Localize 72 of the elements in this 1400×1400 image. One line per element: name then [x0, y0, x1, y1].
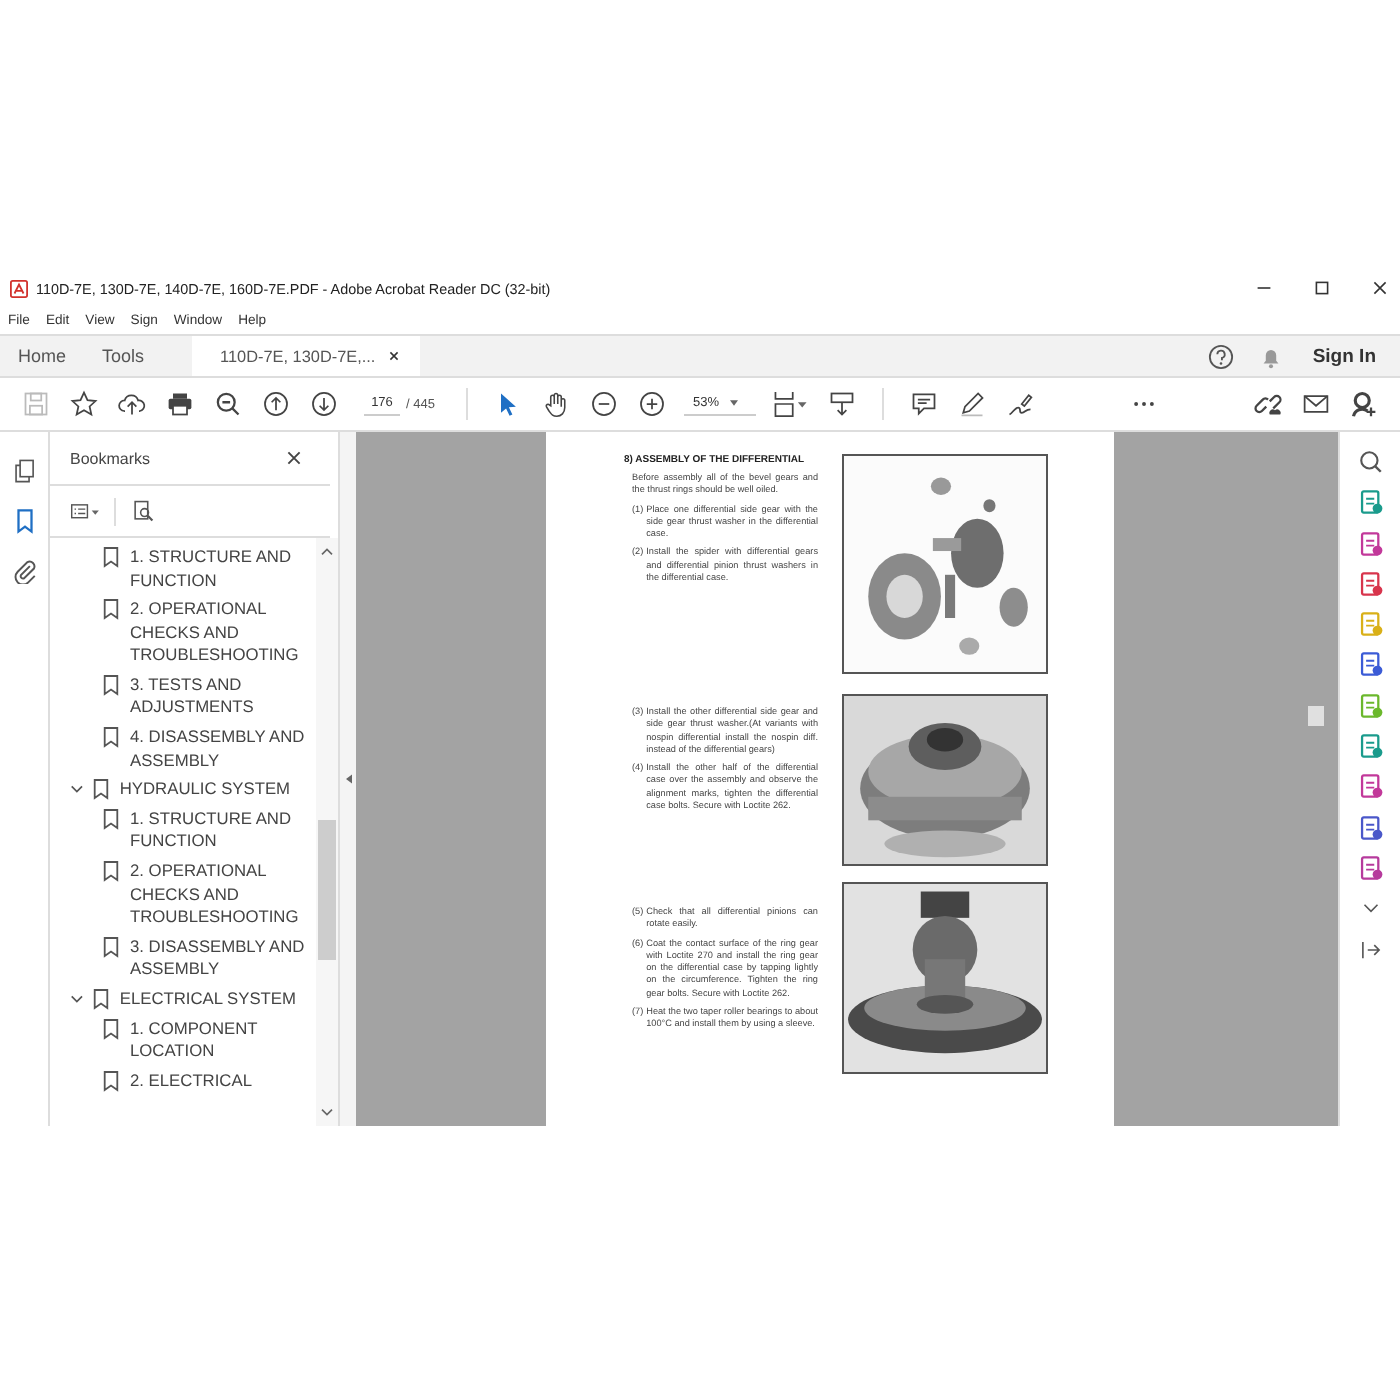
bookmark-item[interactable]: 3. DISASSEMBLY AND ASSEMBLY [130, 935, 310, 982]
zoom-out-button-icon[interactable] [590, 390, 619, 418]
tab[interactable]: Tools [84, 336, 163, 376]
bookmark-icon [102, 807, 120, 830]
bookmark-item[interactable]: ELECTRICAL SYSTEM [119, 988, 316, 1011]
zoom-in-button-icon[interactable] [638, 390, 667, 418]
bookmark-icon [102, 860, 120, 883]
bookmark-item[interactable]: HYDRAULIC SYSTEM [119, 778, 316, 802]
bookmark-icon [102, 1017, 120, 1040]
bookmark-icon [102, 1069, 120, 1092]
help-icon[interactable] [1208, 343, 1235, 369]
comment-icon[interactable] [910, 390, 939, 418]
next-page-icon[interactable] [310, 390, 338, 418]
bookmark-icon [102, 673, 120, 696]
bookmark-item[interactable]: 2. ELECTRICAL [130, 1069, 310, 1093]
paperclip-icon[interactable] [11, 558, 37, 584]
zoom-out-icon[interactable] [214, 390, 242, 418]
tool-icon[interactable] [1357, 813, 1383, 842]
chevron-icon[interactable] [70, 782, 84, 797]
bookmark-item[interactable]: 2. OPERATIONAL CHECKS AND TROUBLESHOOTING [130, 860, 310, 930]
caret-icon [730, 400, 739, 406]
zoom-icon[interactable] [1357, 448, 1383, 476]
panel-title: Bookmarks [70, 449, 151, 467]
hand-icon[interactable] [542, 390, 571, 418]
close-icon[interactable] [286, 450, 302, 466]
add-user-icon[interactable] [1350, 390, 1378, 418]
bookmark-icon [102, 546, 120, 568]
chevron-icon[interactable] [70, 992, 84, 1006]
tool-icon[interactable] [1357, 853, 1383, 882]
close-icon[interactable] [1372, 280, 1388, 296]
find-bookmark-icon[interactable] [132, 500, 154, 522]
collapse-panel-icon[interactable] [345, 774, 351, 784]
pen-icon[interactable] [958, 390, 987, 418]
bookmark-icon[interactable] [11, 508, 37, 534]
tab[interactable]: 110D-7E, 130D-7E,... [192, 336, 420, 376]
bookmark-item[interactable]: 1. STRUCTURE AND FUNCTION [130, 807, 310, 854]
pages-icon[interactable] [11, 458, 37, 484]
link-icon[interactable] [1254, 390, 1282, 418]
app-icon [10, 279, 28, 297]
scrollbar-thumb[interactable] [318, 820, 336, 960]
print-icon[interactable] [166, 390, 194, 418]
options-menu-icon[interactable] [70, 501, 102, 521]
bookmark-icon [102, 598, 120, 621]
email-icon[interactable] [1302, 390, 1330, 418]
bookmark-icon [102, 935, 120, 958]
bookmark-item[interactable]: 3. TESTS AND ADJUSTMENTS [130, 673, 310, 720]
scrollbar-thumb[interactable] [1308, 706, 1324, 726]
tool-icon[interactable] [1357, 569, 1383, 598]
scroll-down-icon[interactable] [320, 1108, 334, 1118]
tool-icon[interactable] [1357, 650, 1383, 679]
bookmark-icon [91, 778, 110, 801]
maximize-icon[interactable] [1314, 280, 1330, 296]
bookmark-item[interactable]: 1. STRUCTURE AND FUNCTION [130, 546, 310, 592]
cloud-upload-icon[interactable] [118, 390, 146, 418]
tool-icon[interactable] [1357, 732, 1383, 761]
fit-page-icon[interactable] [772, 390, 811, 418]
star-icon[interactable] [70, 390, 98, 418]
tab[interactable]: Home [0, 336, 85, 376]
sign-icon[interactable] [1006, 390, 1035, 418]
sign-in-link[interactable]: Sign In [1312, 345, 1376, 367]
tool-icon[interactable] [1357, 772, 1383, 801]
bookmark-item[interactable]: 1. COMPONENT LOCATION [130, 1017, 310, 1064]
scroll-up-icon[interactable] [320, 546, 334, 556]
previous-page-icon[interactable] [262, 390, 290, 418]
bookmark-item[interactable]: 4. DISASSEMBLY AND ASSEMBLY [130, 726, 310, 773]
bookmark-icon [102, 726, 120, 749]
scroll-mode-icon[interactable] [828, 390, 857, 418]
bookmark-item[interactable]: 2. OPERATIONAL CHECKS AND TROUBLESHOOTING [130, 598, 310, 668]
tool-icon[interactable] [1357, 488, 1383, 517]
close-icon[interactable] [387, 350, 400, 362]
bookmark-icon [91, 988, 110, 1010]
tool-icon[interactable] [1357, 529, 1383, 558]
